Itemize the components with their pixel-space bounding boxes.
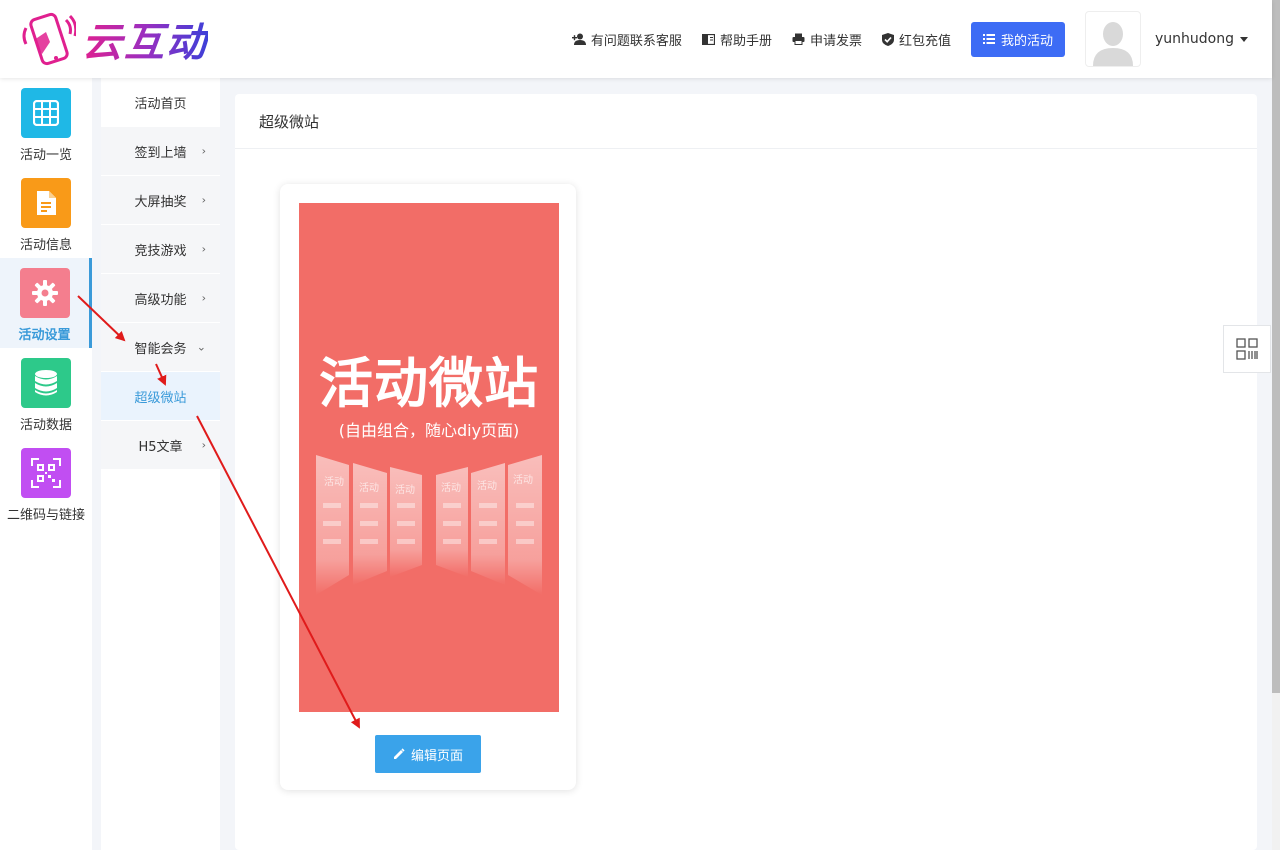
main-panel: 超级微站 活动微站 (自由组合，随心diy页面) 活动 活动 活动 活动 活动 … — [235, 94, 1257, 850]
my-activity-button[interactable]: 我的活动 — [970, 21, 1065, 57]
sidebar-item-label: 二维码与链接 — [6, 508, 85, 523]
submenu-item-label: 签到上墙 — [134, 145, 187, 161]
submenu-item-label: 智能会务 — [134, 341, 187, 357]
poster-card-label: 活动 — [395, 484, 415, 496]
submenu-item-label: H5文章 — [138, 439, 183, 455]
phone-logo-icon — [20, 10, 78, 68]
submenu-item-label: 活动首页 — [134, 96, 187, 112]
username-dropdown[interactable]: yunhudong — [1155, 31, 1248, 47]
chevron-right-icon: › — [201, 438, 206, 452]
apply-invoice-label: 申请发票 — [809, 33, 862, 49]
submenu-item-advanced-features[interactable]: 高级功能 › — [101, 274, 220, 323]
edit-page-label: 编辑页面 — [410, 748, 463, 764]
user-silhouette-icon — [1093, 22, 1133, 66]
printer-icon — [792, 33, 805, 45]
sidebar-item-activity-data[interactable]: 活动数据 — [0, 348, 92, 438]
icon-sidebar: 活动一览 活动信息 活动设置 活动数据 二维码与链接 — [0, 78, 92, 850]
top-header: 云互动 有问题联系客服 帮助手册 申请发票 红包充值 我的活动 yunhudon… — [0, 0, 1272, 78]
sidebar-item-label: 活动设置 — [18, 328, 71, 343]
floating-qrcode-button[interactable] — [1223, 325, 1271, 373]
apply-invoice-link[interactable]: 申请发票 — [792, 30, 862, 49]
document-icon — [21, 178, 71, 228]
submenu-item-activity-home[interactable]: 活动首页 — [101, 78, 220, 127]
redpacket-recharge-link[interactable]: 红包充值 — [881, 30, 951, 49]
edit-page-button[interactable]: 编辑页面 — [375, 735, 481, 773]
submenu-item-super-microsite[interactable]: 超级微站 — [101, 372, 220, 421]
shield-check-icon — [881, 32, 894, 46]
help-manual-link[interactable]: 帮助手册 — [701, 30, 772, 49]
book-icon — [701, 33, 715, 45]
submenu-item-screen-lottery[interactable]: 大屏抽奖 › — [101, 176, 220, 225]
sidebar-item-activity-settings[interactable]: 活动设置 — [0, 258, 92, 348]
submenu-item-checkin-wall[interactable]: 签到上墙 › — [101, 127, 220, 176]
phone-screens-illustration: 活动 活动 活动 活动 活动 活动 — [316, 455, 542, 595]
submenu-item-label: 超级微站 — [134, 390, 187, 406]
pencil-icon — [393, 748, 405, 759]
logo-text: 云互动 — [82, 10, 208, 68]
sidebar-item-activity-info[interactable]: 活动信息 — [0, 168, 92, 258]
logo[interactable]: 云互动 — [20, 10, 208, 68]
chevron-right-icon: › — [201, 291, 206, 305]
submenu-item-label: 竞技游戏 — [134, 243, 187, 259]
microsite-preview-card: 活动微站 (自由组合，随心diy页面) 活动 活动 活动 活动 活动 活动 编辑… — [280, 184, 576, 790]
contact-support-label: 有问题联系客服 — [590, 33, 682, 49]
sub-menu-list: 活动首页 签到上墙 › 大屏抽奖 › 竞技游戏 › 高级功能 › 智能会务 ⌄ … — [101, 78, 220, 470]
submenu-item-smart-conference[interactable]: 智能会务 ⌄ — [101, 323, 220, 372]
contact-support-link[interactable]: 有问题联系客服 — [571, 30, 682, 49]
poster-card-label: 活动 — [477, 480, 497, 492]
sidebar-item-label: 活动信息 — [19, 238, 72, 253]
sidebar-item-label: 活动一览 — [19, 148, 72, 163]
sidebar-item-qrcode-links[interactable]: 二维码与链接 — [0, 438, 92, 528]
caret-down-icon — [1240, 36, 1248, 42]
sidebar-item-activity-overview[interactable]: 活动一览 — [0, 78, 92, 168]
chevron-down-icon: ⌄ — [196, 340, 206, 354]
submenu-item-label: 大屏抽奖 — [134, 194, 187, 210]
page-scrollbar[interactable] — [1272, 0, 1280, 850]
username-label: yunhudong — [1155, 31, 1234, 47]
poster-card-label: 活动 — [324, 476, 344, 488]
qrcode-icon — [21, 448, 71, 498]
help-manual-label: 帮助手册 — [719, 33, 772, 49]
grid-icon — [21, 88, 71, 138]
scrollbar-thumb[interactable] — [1272, 0, 1280, 693]
chevron-right-icon: › — [201, 144, 206, 158]
microsite-poster-image: 活动微站 (自由组合，随心diy页面) 活动 活动 活动 活动 活动 活动 — [299, 203, 559, 712]
sidebar-item-label: 活动数据 — [19, 418, 72, 433]
sub-menu: 活动首页 签到上墙 › 大屏抽奖 › 竞技游戏 › 高级功能 › 智能会务 ⌄ … — [101, 78, 220, 850]
chevron-right-icon: › — [201, 242, 206, 256]
qrcode-small-icon — [1236, 338, 1258, 360]
submenu-item-competitive-games[interactable]: 竞技游戏 › — [101, 225, 220, 274]
submenu-item-h5-article[interactable]: H5文章 › — [101, 421, 220, 470]
list-icon — [982, 34, 995, 44]
submenu-item-label: 高级功能 — [134, 292, 187, 308]
top-nav: 有问题联系客服 帮助手册 申请发票 红包充值 我的活动 yunhudong — [571, 0, 1272, 78]
my-activity-label: 我的活动 — [1000, 33, 1053, 49]
avatar[interactable] — [1085, 11, 1141, 67]
gear-icon — [19, 268, 70, 318]
database-icon — [21, 358, 71, 408]
page-title: 超级微站 — [235, 94, 1257, 149]
poster-card-label: 活动 — [513, 474, 533, 486]
poster-card-label: 活动 — [359, 482, 379, 494]
redpacket-recharge-label: 红包充值 — [898, 33, 951, 49]
user-add-icon — [571, 33, 586, 45]
chevron-right-icon: › — [201, 193, 206, 207]
poster-card-label: 活动 — [441, 482, 461, 494]
